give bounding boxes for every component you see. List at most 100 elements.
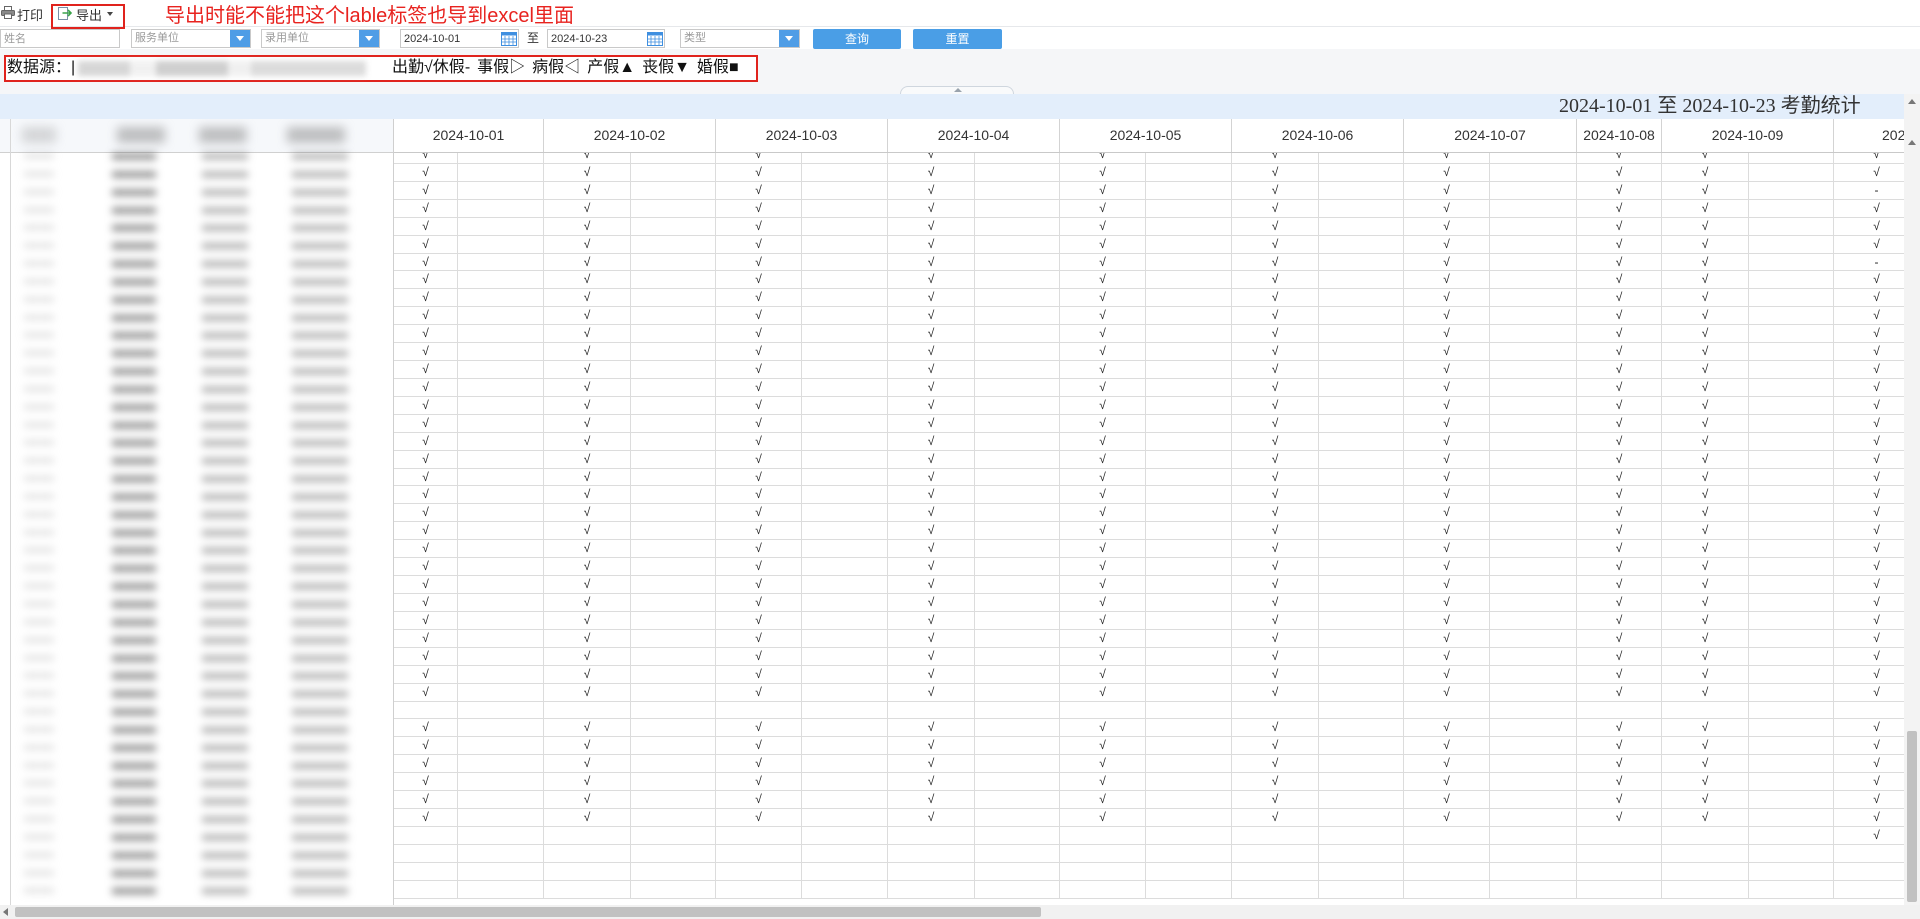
export-button[interactable]: 导出 xyxy=(58,5,114,23)
vertical-scroll-thumb[interactable] xyxy=(1907,731,1917,902)
query-button[interactable]: 查询 xyxy=(813,29,901,49)
chevron-down-icon[interactable] xyxy=(359,30,379,47)
attendance-cell: √ xyxy=(1577,665,1662,683)
vertical-scrollbar[interactable] xyxy=(1904,94,1920,905)
attendance-cell: √ xyxy=(544,665,631,683)
attendance-subcell xyxy=(458,611,544,629)
horizontal-scrollbar[interactable] xyxy=(0,905,1920,919)
service-unit-select[interactable]: 服务单位 xyxy=(131,29,251,48)
attendance-cell: √ xyxy=(1834,164,1904,181)
calendar-icon[interactable] xyxy=(501,31,517,46)
attendance-subcell xyxy=(631,576,716,593)
attendance-subcell xyxy=(1749,468,1834,486)
attendance-subcell xyxy=(458,540,544,558)
attendance-subcell xyxy=(631,163,716,181)
chevron-down-icon[interactable] xyxy=(107,12,114,16)
calendar-icon[interactable] xyxy=(647,31,663,46)
attendance-subcell xyxy=(1749,665,1834,683)
attendance-subcell xyxy=(802,181,888,199)
attendance-cell: √ xyxy=(544,576,631,593)
attendance-cell: √ xyxy=(888,307,975,325)
attendance-cell: √ xyxy=(1662,289,1749,307)
attendance-cell: √ xyxy=(544,271,631,289)
attendance-subcell xyxy=(631,665,716,683)
chevron-down-icon[interactable] xyxy=(230,30,250,47)
attendance-cell: √ xyxy=(1232,361,1319,378)
start-date-field[interactable] xyxy=(400,29,519,48)
attendance-cell: √ xyxy=(1834,684,1904,701)
attendance-cell: √ xyxy=(1834,522,1904,539)
attendance-cell xyxy=(1834,702,1904,719)
attendance-cell: √ xyxy=(1232,540,1319,558)
attendance-subcell xyxy=(631,540,716,558)
hiring-unit-select[interactable]: 录用单位 xyxy=(261,29,380,48)
date-column-header: 2024-10-02 xyxy=(544,119,716,152)
end-date-field[interactable] xyxy=(547,29,665,48)
type-select[interactable]: 类型 xyxy=(680,29,800,48)
attendance-cell: √ xyxy=(1577,468,1662,486)
attendance-subcell xyxy=(802,253,888,271)
attendance-cell: √ xyxy=(1834,397,1904,414)
collapse-toggle[interactable] xyxy=(900,86,1014,94)
attendance-subcell xyxy=(458,701,544,719)
attendance-subcell xyxy=(1319,665,1404,683)
attendance-cell: √ xyxy=(1060,468,1146,486)
attendance-cell: √ xyxy=(1232,343,1319,361)
attendance-cell: √ xyxy=(1060,378,1146,396)
scroll-up-icon[interactable] xyxy=(1908,99,1916,104)
attendance-subcell xyxy=(802,719,888,737)
chevron-down-icon[interactable] xyxy=(779,30,799,47)
attendance-cell: √ xyxy=(544,199,631,217)
attendance-subcell xyxy=(1490,343,1577,361)
attendance-cell: √ xyxy=(1662,378,1749,396)
attendance-cell: √ xyxy=(1662,163,1749,181)
attendance-subcell xyxy=(802,450,888,468)
attendance-subcell xyxy=(1490,665,1577,683)
attendance-cell xyxy=(394,701,458,719)
name-field[interactable] xyxy=(0,29,120,48)
attendance-subcell xyxy=(458,522,544,540)
attendance-subcell xyxy=(631,414,716,432)
attendance-cell: √ xyxy=(1834,755,1904,772)
attendance-cell: √ xyxy=(888,217,975,235)
name-input[interactable] xyxy=(1,30,119,47)
attendance-subcell xyxy=(458,153,544,163)
attendance-cell: √ xyxy=(544,629,631,647)
attendance-subcell xyxy=(1146,773,1232,791)
attendance-subcell xyxy=(1749,540,1834,558)
attendance-cell: √ xyxy=(1060,271,1146,289)
horizontal-scroll-thumb[interactable] xyxy=(15,907,1041,917)
attendance-cell xyxy=(1834,881,1904,898)
attendance-cell: √ xyxy=(1060,576,1146,593)
attendance-cell: √ xyxy=(1662,558,1749,576)
print-button[interactable]: 打印 xyxy=(1,5,43,23)
attendance-cell: √ xyxy=(1577,809,1662,826)
attendance-subcell xyxy=(1749,737,1834,755)
redacted-header-blur xyxy=(22,127,362,143)
attendance-cell: √ xyxy=(1577,629,1662,647)
scroll-up-icon[interactable] xyxy=(1908,140,1916,145)
attendance-subcell xyxy=(1146,253,1232,271)
attendance-subcell xyxy=(802,540,888,558)
attendance-cell: √ xyxy=(716,647,802,665)
attendance-cell: √ xyxy=(716,199,802,217)
attendance-cell: √ xyxy=(888,378,975,396)
legend-symbol: ◁ xyxy=(564,59,581,76)
attendance-subcell xyxy=(458,361,544,378)
attendance-subcell xyxy=(802,307,888,325)
attendance-cell: √ xyxy=(394,558,458,576)
scroll-left-icon[interactable] xyxy=(3,908,8,916)
attendance-subcell xyxy=(1146,665,1232,683)
attendance-subcell xyxy=(1749,862,1834,880)
attendance-subcell xyxy=(1749,217,1834,235)
attendance-subcell xyxy=(1749,880,1834,898)
attendance-cell: √ xyxy=(544,773,631,791)
attendance-cell: √ xyxy=(1060,737,1146,755)
attendance-subcell xyxy=(458,862,544,880)
attendance-cell: √ xyxy=(1662,271,1749,289)
attendance-subcell xyxy=(1146,450,1232,468)
attendance-cell xyxy=(1060,826,1146,844)
reset-button[interactable]: 重置 xyxy=(913,29,1002,49)
attendance-cell: √ xyxy=(1577,343,1662,361)
attendance-cell: √ xyxy=(394,665,458,683)
